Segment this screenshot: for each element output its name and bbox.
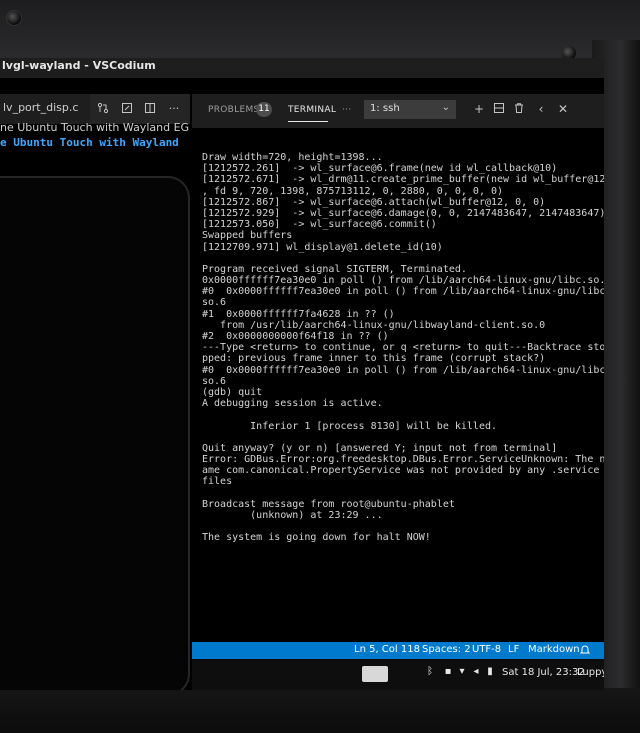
status-indentation[interactable]: Spaces: 2 bbox=[422, 644, 471, 655]
status-eol[interactable]: LF bbox=[508, 644, 519, 655]
terminal-select-dropdown[interactable]: 1: ssh ⌄ bbox=[364, 100, 456, 119]
tab-problems[interactable]: PROBLEMS bbox=[208, 105, 260, 115]
terminal-line: A debugging session is active. bbox=[202, 398, 383, 410]
panel-tab-bar: PROBLEMS 11 TERMINAL ··· 1: ssh ⌄ + ‹ ✕ bbox=[192, 94, 604, 128]
tab-terminal[interactable]: TERMINAL bbox=[288, 105, 336, 115]
plus-icon[interactable]: + bbox=[472, 102, 486, 116]
battery-icon[interactable]: ▮ bbox=[484, 666, 496, 680]
editor-line: ne Ubuntu Touch with Wayland EGL bbox=[0, 121, 190, 134]
status-language[interactable]: Markdown bbox=[528, 644, 580, 655]
problems-count-badge: 11 bbox=[256, 102, 272, 117]
terminal-line: ---Type <return> to continue, or q <retu… bbox=[202, 342, 604, 354]
terminal-line: #0 0x0000ffffff7ea30e0 in poll () from /… bbox=[202, 286, 604, 298]
terminal-line: [1212573.050] -> wl_surface@6.commit() bbox=[202, 219, 437, 231]
terminal-line: Swapped buffers bbox=[202, 230, 293, 242]
volume-icon[interactable]: ◂ bbox=[470, 666, 482, 680]
bluetooth-icon[interactable]: ᛒ bbox=[424, 666, 436, 680]
active-tab-indicator bbox=[288, 121, 328, 122]
terminal-line: Broadcast message from root@ubuntu-phabl… bbox=[202, 498, 455, 510]
terminal-line: , fd 9, 720, 1398, 875713112, 0, 2880, 0… bbox=[202, 185, 504, 197]
terminal-line: (unknown) at 23:29 ... bbox=[202, 510, 383, 521]
terminal-line: so.6 bbox=[202, 297, 227, 309]
camera-lens-left bbox=[6, 10, 22, 26]
terminal-line: [1212709.971] wl_display@1.delete_id(10) bbox=[202, 241, 443, 253]
open-changes-icon[interactable] bbox=[120, 102, 134, 116]
editor-tab-lv-port-disp[interactable]: lv_port_disp.c bbox=[0, 94, 90, 124]
notification-bell-icon[interactable] bbox=[579, 644, 591, 658]
split-icon[interactable] bbox=[492, 102, 506, 116]
terminal-line: Quit anyway? (y or n) [answered Y; input… bbox=[202, 442, 558, 454]
terminal-line: ame com.canonical.PropertyService was no… bbox=[202, 465, 600, 477]
terminal-line: [1212572.671] -> wl_drm@11.create_prime_… bbox=[202, 174, 604, 186]
terminal-line: #0 0x0000ffffff7ea30e0 in poll () from /… bbox=[202, 364, 604, 376]
terminal-line: pped: previous frame inner to this frame… bbox=[202, 353, 546, 365]
screen: lvgl-wayland - VSCodium lv_port_disp.c ·… bbox=[0, 58, 604, 690]
window-title: lvgl-wayland - VSCodium bbox=[2, 59, 156, 72]
user-name[interactable]: Luppy bbox=[577, 667, 604, 678]
clock[interactable]: Sat 18 Jul, 23:32 bbox=[502, 667, 585, 678]
editor-tab-label: lv_port_disp.c bbox=[3, 101, 79, 114]
editor-line-highlighted: e Ubuntu Touch with Wayland bbox=[0, 136, 179, 149]
terminal-line: from /usr/lib/aarch64-linux-gnu/libwayla… bbox=[202, 319, 546, 331]
status-bar: Ln 5, Col 118 Spaces: 2 UTF-8 LF Markdow… bbox=[192, 642, 604, 659]
wifi-icon[interactable]: ▾ bbox=[456, 666, 468, 680]
editor-tab-bar: lv_port_disp.c ··· bbox=[0, 94, 190, 124]
window-titlebar: lvgl-wayland - VSCodium bbox=[0, 58, 604, 78]
terminal-line: The system is going down for halt NOW! bbox=[202, 532, 431, 544]
terminal-line: #1 0x0000ffffff7fa4628 in ?? () bbox=[202, 308, 395, 320]
terminal-line: #2 0x0000000000f64f18 in ?? () bbox=[202, 331, 389, 342]
window-thumbnail[interactable] bbox=[362, 666, 388, 682]
source-control-icon[interactable] bbox=[96, 102, 110, 116]
chevron-left-icon[interactable]: ‹ bbox=[534, 102, 548, 116]
terminal-line: [1212572.929] -> wl_surface@6.damage(0, … bbox=[202, 207, 604, 219]
terminal-line: [1212572.261] -> wl_surface@6.frame(new … bbox=[202, 163, 558, 175]
terminal-select-value: 1: ssh bbox=[370, 103, 400, 114]
chevron-down-icon: ⌄ bbox=[441, 102, 450, 113]
close-icon[interactable]: ✕ bbox=[556, 102, 570, 116]
terminal-output[interactable]: Draw width=720, height=1398... [1212572.2… bbox=[202, 152, 604, 544]
system-taskbar: ᛒ ▪ ▾ ◂ ▮ Sat 18 Jul, 23:32 Luppy bbox=[192, 659, 604, 690]
terminal-line: Error: GDBus.Error:org.freedesktop.DBus.… bbox=[202, 454, 604, 466]
terminal-line: [1212572.867] -> wl_surface@6.attach(wl_… bbox=[202, 196, 546, 208]
terminal-line: Draw width=720, height=1398... bbox=[202, 152, 383, 163]
terminal-line: Inferior 1 [process 8130] will be killed… bbox=[202, 420, 498, 432]
terminal-line: so.6 bbox=[202, 375, 227, 387]
monitor-bezel-top bbox=[0, 0, 640, 60]
terminal-line: Program received signal SIGTERM, Termina… bbox=[202, 263, 467, 275]
status-encoding[interactable]: UTF-8 bbox=[472, 644, 501, 655]
terminal-line: 0x0000ffffff7ea30e0 in poll () from /lib… bbox=[202, 275, 604, 287]
more-actions-icon[interactable]: ··· bbox=[167, 102, 181, 116]
status-cursor-position[interactable]: Ln 5, Col 118 bbox=[354, 644, 420, 655]
split-editor-icon[interactable] bbox=[143, 102, 157, 116]
monitor-bezel-bottom bbox=[0, 688, 640, 733]
drive-icon[interactable]: ▪ bbox=[442, 666, 454, 680]
terminal-line: files bbox=[202, 476, 233, 488]
panel-more-button[interactable]: ··· bbox=[342, 105, 351, 115]
terminal-line: (gdb) quit bbox=[202, 386, 263, 398]
phone-device-overlay bbox=[0, 176, 190, 690]
trash-icon[interactable] bbox=[512, 102, 526, 116]
